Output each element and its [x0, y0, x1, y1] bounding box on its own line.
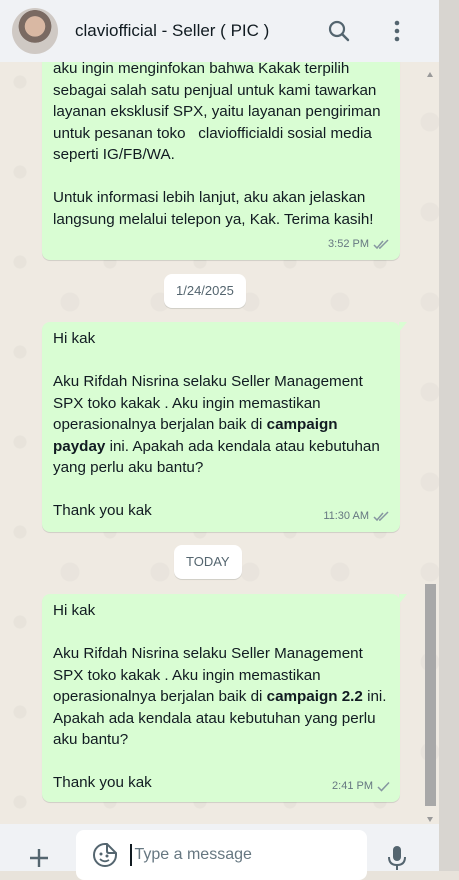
window-edge — [439, 0, 459, 871]
message-meta: 2:41 PM — [332, 776, 391, 798]
message-time: 2:41 PM — [332, 779, 373, 792]
message-line: aku ingin menginfokan bahwa Kakak terpil… — [53, 62, 350, 77]
contact-avatar[interactable] — [12, 8, 58, 54]
message-body: Aku Rifdah Nisrina selaku Seller Managem… — [53, 645, 390, 748]
chat-header: claviofficial - Seller ( PIC ) — [0, 0, 439, 62]
message-time: 11:30 AM — [323, 509, 369, 522]
search-icon[interactable] — [327, 19, 351, 43]
date-separator: TODAY — [174, 545, 242, 579]
message-line: langsung melalui telepon ya, Kak. Terima… — [53, 210, 374, 228]
composer-bar: Type a message — [0, 824, 439, 880]
message-meta: 11:30 AM — [323, 506, 391, 528]
message-list[interactable]: aku ingin menginfokan bahwa Kakak terpil… — [0, 62, 439, 824]
message-time: 3:52 PM — [328, 237, 369, 250]
text-caret — [130, 844, 132, 866]
double-check-icon — [373, 239, 389, 249]
plus-icon[interactable] — [27, 846, 51, 870]
bubble-tail — [399, 594, 407, 604]
scrollbar[interactable] — [424, 62, 437, 824]
message-line: seperti IG/FB/WA. — [53, 146, 175, 163]
message-line: sebagai salah satu penjual untuk kami ta… — [53, 81, 377, 99]
date-separator: 1/24/2025 — [164, 274, 246, 308]
message-line — [53, 622, 392, 644]
message-meta: 3:52 PM — [328, 234, 391, 256]
chat-title[interactable]: claviofficial - Seller ( PIC ) — [75, 21, 327, 41]
message-line — [53, 479, 394, 501]
message-line — [53, 350, 394, 372]
message-bubble[interactable]: aku ingin menginfokan bahwa Kakak terpil… — [42, 62, 400, 260]
message-line: Untuk informasi lebih lanjut, aku akan j… — [53, 189, 366, 206]
scrollbar-thumb[interactable] — [425, 584, 436, 806]
microphone-icon[interactable] — [386, 844, 408, 872]
message-greeting: Hi kak — [53, 602, 96, 619]
bubble-tail — [399, 322, 407, 332]
message-line: layanan eksklusif SPX, yaitu layanan pen… — [53, 103, 381, 120]
scroll-up-arrow-icon[interactable] — [427, 72, 433, 77]
message-bubble[interactable]: Hi kak Aku Rifdah Nisrina selaku Seller … — [42, 322, 407, 532]
bold-text: campaign 2.2 — [266, 688, 363, 705]
message-input[interactable]: Type a message — [76, 830, 367, 880]
kebab-menu-icon[interactable] — [385, 19, 409, 43]
emoji-sticker-icon[interactable] — [92, 842, 118, 868]
message-body: Aku Rifdah Nisrina selaku Seller Managem… — [53, 373, 385, 476]
message-line — [53, 166, 389, 188]
message-input-placeholder: Type a message — [134, 846, 252, 863]
double-check-icon — [373, 511, 389, 521]
message-line — [53, 751, 392, 773]
message-greeting: Hi kak — [53, 330, 96, 347]
message-bubble[interactable]: Hi kak Aku Rifdah Nisrina selaku Seller … — [42, 594, 407, 802]
scroll-down-arrow-icon[interactable] — [427, 817, 433, 822]
message-line: untuk pesanan toko claviofficialdi sosia… — [53, 124, 372, 142]
single-check-icon — [377, 781, 390, 792]
